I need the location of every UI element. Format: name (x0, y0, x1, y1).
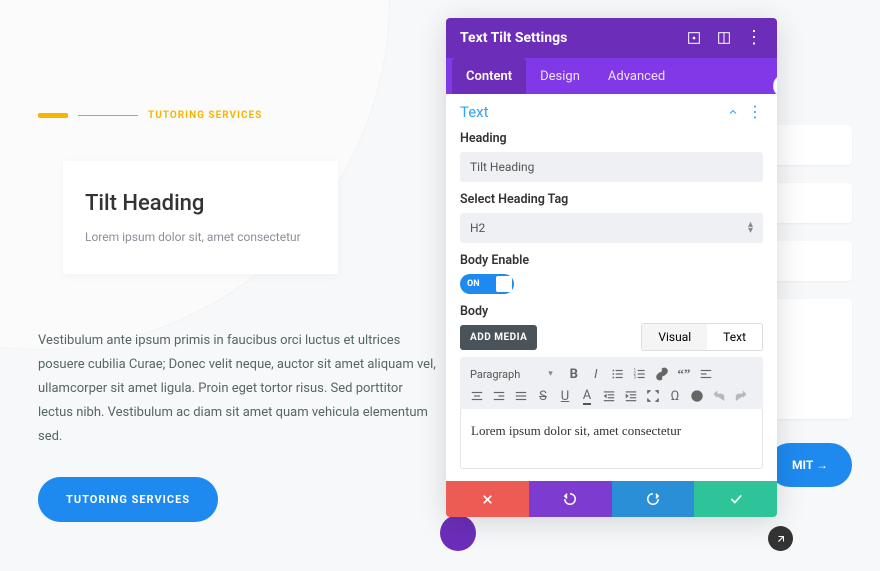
editor-mode-tabs: Visual Text (641, 323, 763, 351)
tag-sep (78, 115, 138, 116)
undo-icon[interactable] (708, 385, 730, 407)
tagline-text: TUTORING SERVICES (148, 110, 262, 121)
align-center-icon[interactable] (466, 385, 488, 407)
save-button[interactable] (694, 481, 777, 517)
tag-bar (38, 113, 68, 118)
undo-button[interactable] (529, 481, 612, 517)
panel-title: Text Tilt Settings (460, 30, 673, 46)
heading-tag-select[interactable]: H2 ▴▾ (460, 213, 763, 243)
body-enable-toggle[interactable]: ON (460, 274, 514, 294)
body-paragraph: Vestibulum ante ipsum primis in faucibus… (38, 329, 438, 449)
heading-input[interactable] (460, 152, 763, 182)
tab-design[interactable]: Design (526, 58, 594, 94)
select-arrows-icon: ▴▾ (748, 222, 753, 234)
format-select[interactable]: Paragraph (466, 366, 557, 383)
tab-content[interactable]: Content (452, 58, 526, 94)
panel-tabs: Content Design Advanced (446, 58, 777, 94)
editor-textarea[interactable]: Lorem ipsum dolor sit, amet consectetur (460, 409, 763, 469)
section-title: Text (460, 103, 727, 121)
expand-icon[interactable] (685, 29, 703, 47)
card-heading: Tilt Heading (85, 191, 316, 216)
redo-button[interactable] (612, 481, 695, 517)
text-tab[interactable]: Text (707, 324, 762, 350)
quote-icon[interactable]: “” (673, 363, 695, 385)
align-left-icon[interactable] (695, 363, 717, 385)
tab-advanced[interactable]: Advanced (594, 58, 679, 94)
submit-button[interactable]: MIT → (768, 443, 852, 487)
underline-icon[interactable]: U (554, 385, 576, 407)
select-value: H2 (470, 221, 485, 235)
visual-tab[interactable]: Visual (642, 324, 707, 350)
expand-fab[interactable] (768, 526, 793, 551)
add-media-button[interactable]: ADD MEDIA (460, 325, 537, 350)
toggle-knob (496, 276, 512, 292)
snap-icon[interactable] (715, 29, 733, 47)
ol-icon[interactable]: 123 (629, 363, 651, 385)
menu-icon[interactable]: ⋮ (745, 29, 763, 47)
heading-label: Heading (460, 131, 763, 146)
panel-body: Text ⋮ Heading Select Heading Tag H2 ▴▾ … (446, 94, 777, 481)
emoji-icon[interactable] (686, 385, 708, 407)
body-enable-label: Body Enable (460, 253, 763, 268)
panel-header[interactable]: Text Tilt Settings ⋮ (446, 18, 777, 58)
indent-right-icon[interactable] (620, 385, 642, 407)
panel-footer (446, 481, 777, 517)
chevron-up-icon[interactable] (727, 106, 739, 118)
ul-icon[interactable] (607, 363, 629, 385)
section-header[interactable]: Text ⋮ (460, 102, 763, 121)
svg-text:3: 3 (633, 375, 636, 380)
strike-icon[interactable]: S (532, 385, 554, 407)
editor-toolbar: Paragraph B I 123 “” S U A Ω (460, 357, 763, 409)
align-right-icon[interactable] (488, 385, 510, 407)
specialchar-icon[interactable]: Ω (664, 385, 686, 407)
section-menu-icon[interactable]: ⋮ (747, 102, 763, 121)
body-label: Body (460, 304, 763, 319)
settings-panel: Text Tilt Settings ⋮ Content Design Adva… (446, 18, 777, 517)
tilt-card: Tilt Heading Lorem ipsum dolor sit, amet… (63, 161, 338, 274)
bold-icon[interactable]: B (563, 363, 585, 385)
cancel-button[interactable] (446, 481, 529, 517)
textcolor-icon[interactable]: A (576, 385, 598, 407)
redo-icon[interactable] (730, 385, 752, 407)
fullscreen-icon[interactable] (642, 385, 664, 407)
module-fab[interactable] (440, 515, 476, 551)
card-subtext: Lorem ipsum dolor sit, amet consectetur (85, 230, 316, 244)
select-tag-label: Select Heading Tag (460, 192, 763, 207)
toggle-state: ON (467, 279, 480, 289)
link-icon[interactable] (651, 363, 673, 385)
italic-icon[interactable]: I (585, 363, 607, 385)
indent-left-icon[interactable] (598, 385, 620, 407)
align-justify-icon[interactable] (510, 385, 532, 407)
cta-button[interactable]: TUTORING SERVICES (38, 477, 218, 522)
